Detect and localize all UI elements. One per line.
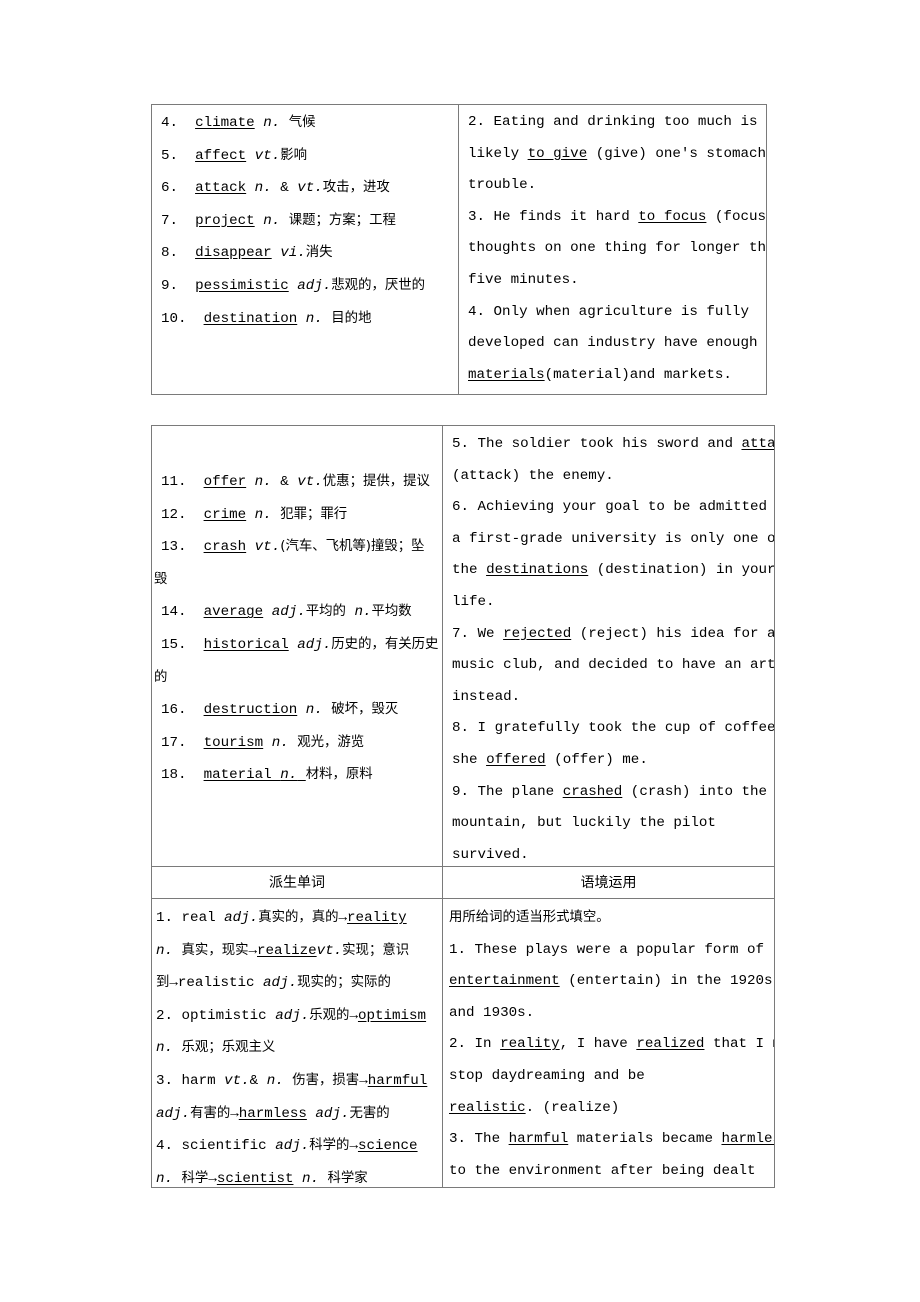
list-item: 17. tourism n. 观光，游览 (161, 734, 365, 751)
sentence-line: 5. The soldier took his sword and attack… (452, 436, 774, 452)
sentence-line: music club, and decided to have an art c… (452, 657, 774, 674)
sentence-line: likely to give (give) one's stomach (468, 145, 766, 162)
header-derivatives: 派生单词 (269, 874, 325, 891)
list-item: 7. project n. 课题；方案；工程 (161, 212, 396, 229)
sentence-list-2-4: 2. Eating and drinking too much is likel… (459, 105, 766, 394)
list-item: n. 科学→scientist n. 科学家 (156, 1170, 368, 1187)
list-item: 毁 (154, 571, 168, 587)
sentence-line: survived. (452, 846, 529, 863)
usage-line: realistic. (realize) (449, 1099, 620, 1116)
section-header-row: 派生单词 语境运用 (152, 866, 774, 898)
worksheet-page: 4. climate n. 气候 5. affect vt.影响 6. atta… (0, 0, 920, 1302)
sentence-list-5-9: 5. The soldier took his sword and attack… (443, 426, 774, 866)
sentence-line: the destinations (destination) in your (452, 562, 774, 579)
sentence-line: 3. He finds it hard to focus (focus) h (468, 208, 766, 225)
list-item: 15. historical adj.历史的，有关历史 (161, 636, 439, 653)
list-item: 10. destination n. 目的地 (161, 310, 372, 327)
table-row: 11. offer n. & vt.优惠；提供，提议 12. crime n. … (152, 426, 774, 866)
list-item: 3. harm vt.& n. 伤害，损害→harmful (156, 1072, 428, 1089)
list-item: 13. crash vt.(汽车、飞机等)撞毁；坠 (161, 539, 425, 556)
sentence-line: 7. We rejected (reject) his idea for a (452, 625, 774, 642)
table1-words-cell: 4. climate n. 气候 5. affect vt.影响 6. atta… (152, 105, 458, 394)
usage-line: stop daydreaming and be (449, 1067, 645, 1084)
list-item: 11. offer n. & vt.优惠；提供，提议 (161, 474, 430, 490)
sentence-line: 8. I gratefully took the cup of coffee t… (452, 720, 774, 737)
sentence-line: mountain, but luckily the pilot (452, 815, 716, 832)
derivatives-cell: 1. real adj.真实的，真的→reality n. 真实，现实→real… (152, 899, 442, 1187)
sentence-line: trouble. (468, 177, 537, 194)
vocabulary-table-1: 4. climate n. 气候 5. affect vt.影响 6. atta… (151, 104, 767, 395)
usage-line: to the environment after being dealt (449, 1162, 756, 1179)
list-item: 4. climate n. 气候 (161, 115, 316, 131)
sentence-line: (attack) the enemy. (452, 467, 614, 484)
list-item: 5. affect vt.影响 (161, 147, 307, 164)
usage-line: 1. These plays were a popular form of (449, 941, 765, 958)
context-usage-cell: 用所给词的适当形式填空。 1. These plays were a popul… (442, 899, 774, 1187)
sentence-line: 9. The plane crashed (crash) into the (452, 783, 768, 800)
sentence-line: thoughts on one thing for longer than (468, 240, 766, 257)
sentence-line: she offered (offer) me. (452, 751, 648, 768)
list-item: n. 真实，现实→realizevt.实现；意识 (156, 942, 410, 959)
list-item: 8. disappear vi.消失 (161, 245, 333, 262)
table1-sentences-cell: 2. Eating and drinking too much is likel… (458, 105, 766, 394)
list-item: 到→realistic adj.现实的；实际的 (156, 975, 391, 992)
list-item: 的 (154, 669, 168, 685)
sentence-line: 6. Achieving your goal to be admitted by (452, 499, 774, 516)
sentence-line: instead. (452, 688, 521, 705)
usage-line: and 1930s. (449, 1004, 535, 1021)
list-item: n. 乐观；乐观主义 (156, 1040, 276, 1057)
list-item: 18. material n. 材料，原料 (161, 767, 373, 784)
derivative-list: 1. real adj.真实的，真的→reality n. 真实，现实→real… (152, 899, 442, 1187)
sentence-line: developed can industry have enough (468, 335, 758, 352)
usage-instruction: 用所给词的适当形式填空。 (449, 910, 610, 925)
sentence-line: 4. Only when agriculture is fully (468, 303, 749, 320)
usage-line: entertainment (entertain) in the 1920s (449, 973, 773, 990)
header-context-usage: 语境运用 (442, 867, 774, 898)
sentence-line: life. (452, 593, 495, 610)
table2-sentences-cell: 5. The soldier took his sword and attack… (442, 426, 774, 866)
usage-list: 用所给词的适当形式填空。 1. These plays were a popul… (443, 899, 774, 1187)
word-list-11-18: 11. offer n. & vt.优惠；提供，提议 12. crime n. … (152, 426, 442, 796)
list-item: 14. average adj.平均的 n.平均数 (161, 604, 412, 621)
table-row: 4. climate n. 气候 5. affect vt.影响 6. atta… (152, 105, 766, 394)
list-item: 9. pessimistic adj.悲观的，厌世的 (161, 277, 426, 294)
sentence-line: five minutes. (468, 271, 579, 288)
table-row: 1. real adj.真实的，真的→reality n. 真实，现实→real… (152, 898, 774, 1187)
usage-line: 3. The harmful materials became harmless (449, 1131, 774, 1148)
list-item: 12. crime n. 犯罪；罪行 (161, 506, 348, 523)
vocabulary-table-2: 11. offer n. & vt.优惠；提供，提议 12. crime n. … (151, 425, 775, 1188)
list-item: 1. real adj.真实的，真的→reality (156, 910, 407, 926)
list-item: 6. attack n. & vt.攻击，进攻 (161, 180, 390, 197)
word-list-4-10: 4. climate n. 气候 5. affect vt.影响 6. atta… (152, 105, 458, 339)
usage-line: 2. In reality, I have realized that I mu (449, 1036, 774, 1053)
table2-words-cell: 11. offer n. & vt.优惠；提供，提议 12. crime n. … (152, 426, 442, 866)
list-item: adj.有害的→harmless adj.无害的 (156, 1105, 390, 1122)
list-item: 2. optimistic adj.乐观的→optimism (156, 1007, 427, 1024)
sentence-line: a first-grade university is only one of (452, 530, 774, 547)
sentence-line: materials(material)and markets. (468, 366, 732, 383)
list-item: 4. scientific adj.科学的→science (156, 1138, 418, 1155)
list-item: 16. destruction n. 破坏，毁灭 (161, 702, 399, 719)
sentence-line: 2. Eating and drinking too much is (468, 114, 758, 130)
